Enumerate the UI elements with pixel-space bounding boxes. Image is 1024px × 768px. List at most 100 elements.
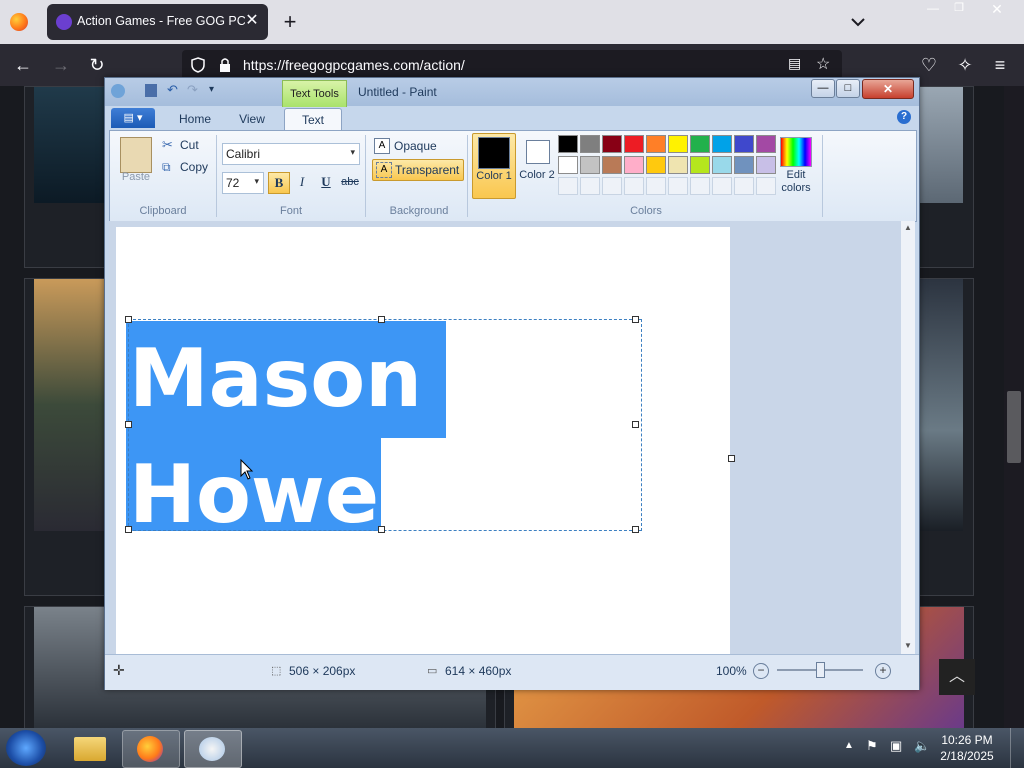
zoom-in-button[interactable]: + [875,663,891,679]
palette-color-swatch[interactable] [734,177,754,195]
palette-color-swatch[interactable] [602,135,622,153]
palette-color-swatch[interactable] [624,156,644,174]
transparent-button[interactable]: A Transparent [372,159,464,181]
clock-date[interactable]: 2/18/2025 [934,749,1000,763]
pocket-icon[interactable]: ♡ [916,53,942,77]
resize-handle[interactable] [378,316,385,323]
resize-handle[interactable] [378,526,385,533]
strikethrough-button[interactable]: abc [340,172,360,192]
palette-color-swatch[interactable] [558,156,578,174]
paste-button[interactable]: Paste [118,171,154,183]
palette-color-swatch[interactable] [602,177,622,195]
forward-button[interactable]: → [48,53,74,77]
palette-color-swatch[interactable] [712,135,732,153]
resize-handle[interactable] [125,316,132,323]
back-button[interactable]: ← [10,53,36,77]
palette-color-swatch[interactable] [624,135,644,153]
shield-icon[interactable] [190,57,206,73]
paint-close-button[interactable]: ✕ [862,79,914,99]
palette-color-swatch[interactable] [580,177,600,195]
game-thumbnail[interactable] [917,279,963,531]
palette-color-swatch[interactable] [558,177,578,195]
bold-button[interactable]: B [268,172,290,194]
palette-color-swatch[interactable] [668,135,688,153]
game-thumbnail[interactable] [34,279,114,531]
palette-color-swatch[interactable] [558,135,578,153]
edit-colors-icon[interactable] [780,137,812,167]
tab-home[interactable]: Home [169,108,221,130]
resize-handle[interactable] [632,421,639,428]
minimize-button[interactable]: — [920,0,946,18]
palette-color-swatch[interactable] [690,135,710,153]
save-icon[interactable] [145,84,157,97]
paint-taskbar-icon[interactable] [184,730,242,768]
url-bar[interactable]: https://freegogpcgames.com/action/ ▤ ☆ [182,50,842,80]
cut-button[interactable]: Cut [180,138,199,152]
underline-button[interactable]: U [316,172,336,192]
scroll-up-icon[interactable]: ▲ [904,223,912,232]
tab-text[interactable]: Text [284,108,342,131]
resize-handle[interactable] [632,526,639,533]
extensions-icon[interactable]: ✧ [952,53,978,77]
scroll-to-top-button[interactable]: ︿ [939,659,975,695]
firefox-icon[interactable] [10,13,28,31]
palette-color-swatch[interactable] [668,177,688,195]
edit-colors-button[interactable]: Edit colors [774,169,818,195]
restore-button[interactable]: ❐ [946,0,972,18]
palette-color-swatch[interactable] [712,177,732,195]
resize-handle[interactable] [125,526,132,533]
reload-button[interactable]: ↻ [84,53,110,77]
canvas-vertical-scrollbar[interactable]: ▲ ▼ [901,221,915,654]
start-button[interactable] [6,730,46,766]
browser-tab-active[interactable]: Action Games - Free GOG PC G ✕ [47,4,268,40]
bookmark-star-icon[interactable]: ☆ [816,54,830,74]
chevron-down-icon[interactable]: ▾ [350,147,355,158]
palette-color-swatch[interactable] [646,156,666,174]
font-family-select[interactable]: Calibri ▾ [222,143,360,165]
paint-file-menu-button[interactable]: ▤ ▾ [111,108,155,128]
palette-color-swatch[interactable] [756,135,776,153]
palette-color-swatch[interactable] [756,177,776,195]
drawing-canvas[interactable]: Mason Howe [116,227,730,660]
paint-app-icon[interactable] [111,84,125,98]
volume-muted-icon[interactable]: 🔈 [914,738,930,754]
close-button[interactable]: ✕ [972,0,1022,18]
palette-color-swatch[interactable] [756,156,776,174]
color2-button[interactable]: Color 2 [518,133,556,197]
palette-color-swatch[interactable] [646,135,666,153]
action-center-icon[interactable]: ⚑ [866,738,878,754]
palette-color-swatch[interactable] [668,156,688,174]
reader-view-icon[interactable]: ▤ [788,55,801,72]
palette-color-swatch[interactable] [646,177,666,195]
resize-handle[interactable] [125,421,132,428]
palette-color-swatch[interactable] [734,135,754,153]
font-size-select[interactable]: 72 ▾ [222,172,264,194]
zoom-out-button[interactable]: − [753,663,769,679]
paint-maximize-button[interactable]: □ [836,79,860,98]
color1-button[interactable]: Color 1 [472,133,516,199]
show-hidden-icons-button[interactable]: ▲ [844,740,854,751]
game-thumbnail[interactable] [34,87,114,203]
palette-color-swatch[interactable] [580,135,600,153]
file-explorer-icon[interactable] [62,730,118,766]
new-tab-button[interactable]: + [280,10,300,34]
menu-icon[interactable]: ≡ [987,53,1013,77]
game-thumbnail[interactable] [917,87,963,203]
paint-titlebar[interactable]: ↶ ↷ ▾ Text Tools Untitled - Paint — □ ✕ [105,78,919,107]
undo-icon[interactable]: ↶ [167,82,178,98]
palette-color-swatch[interactable] [624,177,644,195]
palette-color-swatch[interactable] [734,156,754,174]
help-icon[interactable]: ? [897,110,911,124]
copy-icon[interactable]: ⧉ [162,160,171,175]
firefox-taskbar-icon[interactable] [122,730,180,768]
lock-icon[interactable] [218,57,232,73]
show-desktop-button[interactable] [1010,728,1023,768]
text-selection-box[interactable] [128,319,642,531]
palette-color-swatch[interactable] [690,156,710,174]
canvas-resize-handle[interactable] [728,455,735,462]
redo-icon[interactable]: ↷ [187,82,198,98]
zoom-slider-thumb[interactable] [816,662,825,678]
chevron-down-icon[interactable]: ▾ [254,176,259,187]
paste-icon[interactable] [120,137,152,173]
resize-handle[interactable] [632,316,639,323]
